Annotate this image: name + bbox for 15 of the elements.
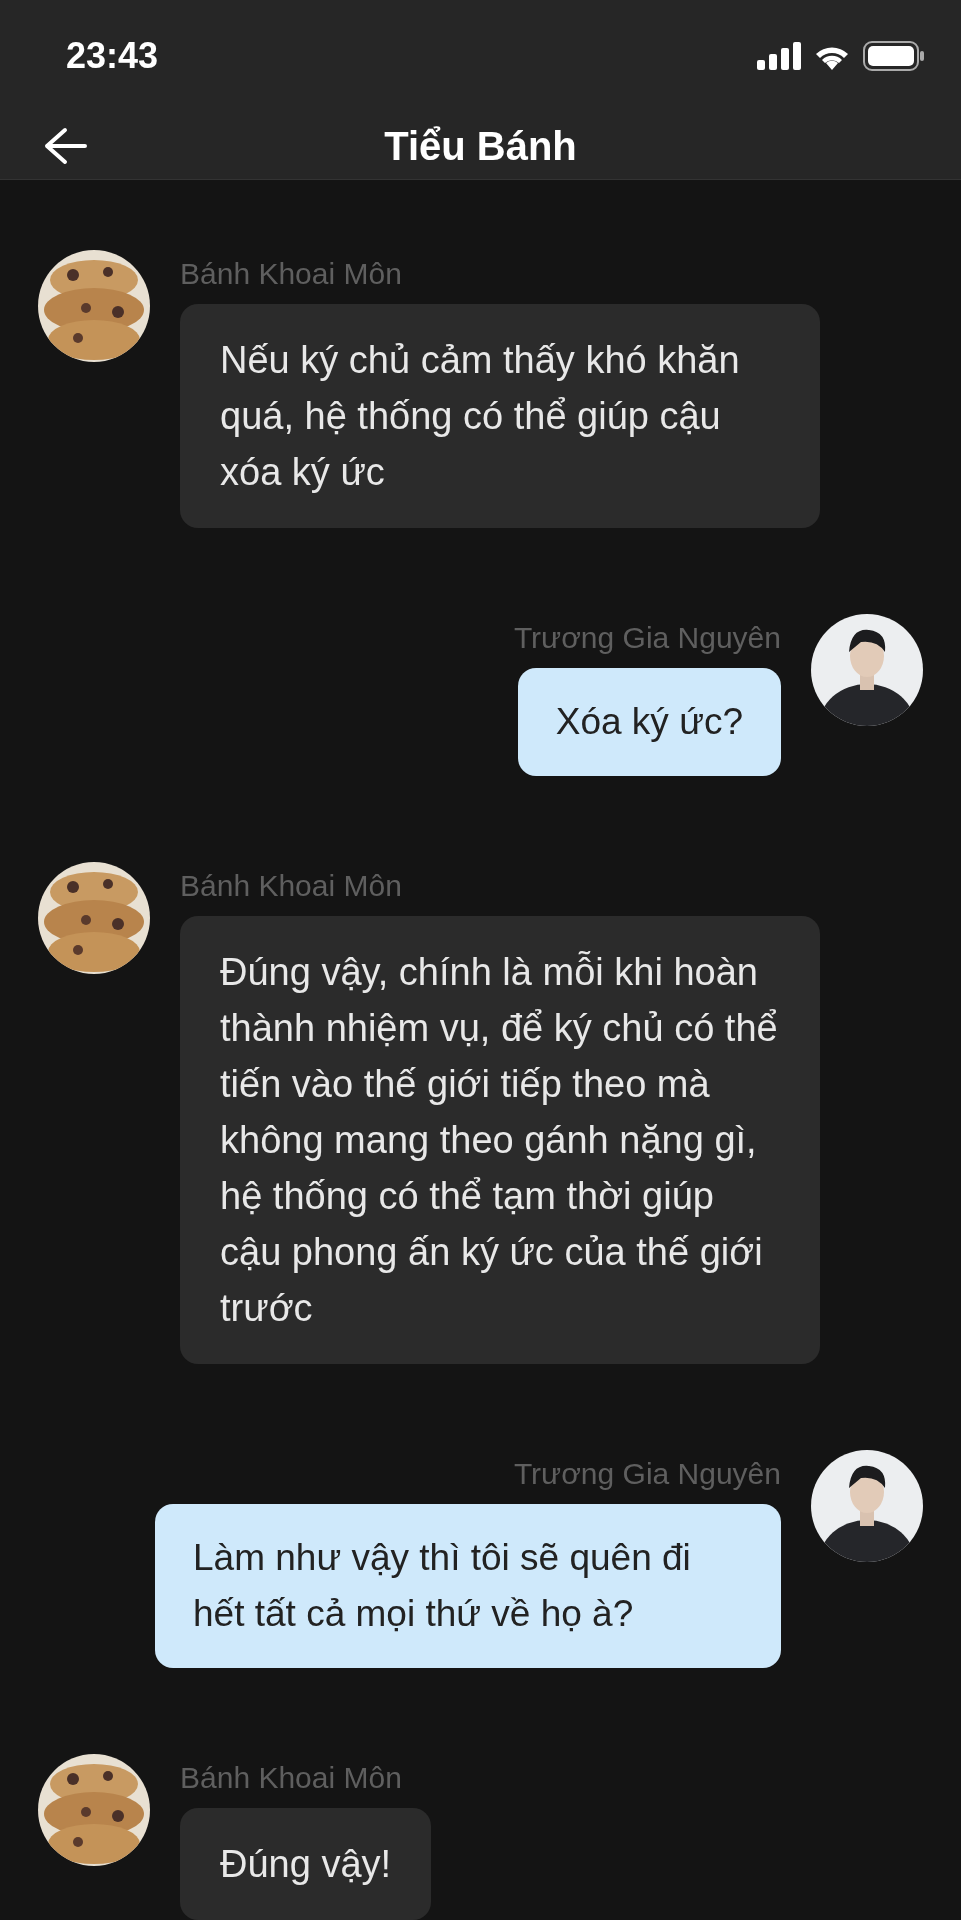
sender-name: Bánh Khoai Môn <box>180 868 402 904</box>
battery-icon <box>863 41 925 71</box>
sender-name: Trương Gia Nguyên <box>513 620 781 656</box>
message-bubble: Làm như vậy thì tôi sẽ quên đi hết tất cả mọi thứ về họ à? <box>155 1504 781 1668</box>
status-time: 23:43 <box>66 34 159 78</box>
message-bubble: Xóa ký ức? <box>517 668 781 776</box>
sender-name: Bánh Khoai Môn <box>180 256 402 292</box>
message-bubble: Đúng vậy! <box>180 1808 432 1920</box>
sender-name: Trương Gia Nguyên <box>513 1456 781 1492</box>
sender-name: Bánh Khoai Môn <box>180 1760 402 1796</box>
signal-icon <box>757 42 801 70</box>
message-bubble: Đúng vậy, chính là mỗi khi hoàn thành nhiệm vụ, để ký chủ có thể tiến vào thế giới tiếp theo mà không mang theo gánh nặng gì, hệ thống có thể tạm thời giúp cậu phong ấn ký ức của thế giới trước <box>180 916 820 1364</box>
back-arrow-icon <box>43 125 87 166</box>
chat-title: Tiểu Bánh <box>383 122 578 170</box>
message-bubble: Nếu ký chủ cảm thấy khó khăn quá, hệ thống có thể giúp cậu xóa ký ức <box>180 304 820 528</box>
